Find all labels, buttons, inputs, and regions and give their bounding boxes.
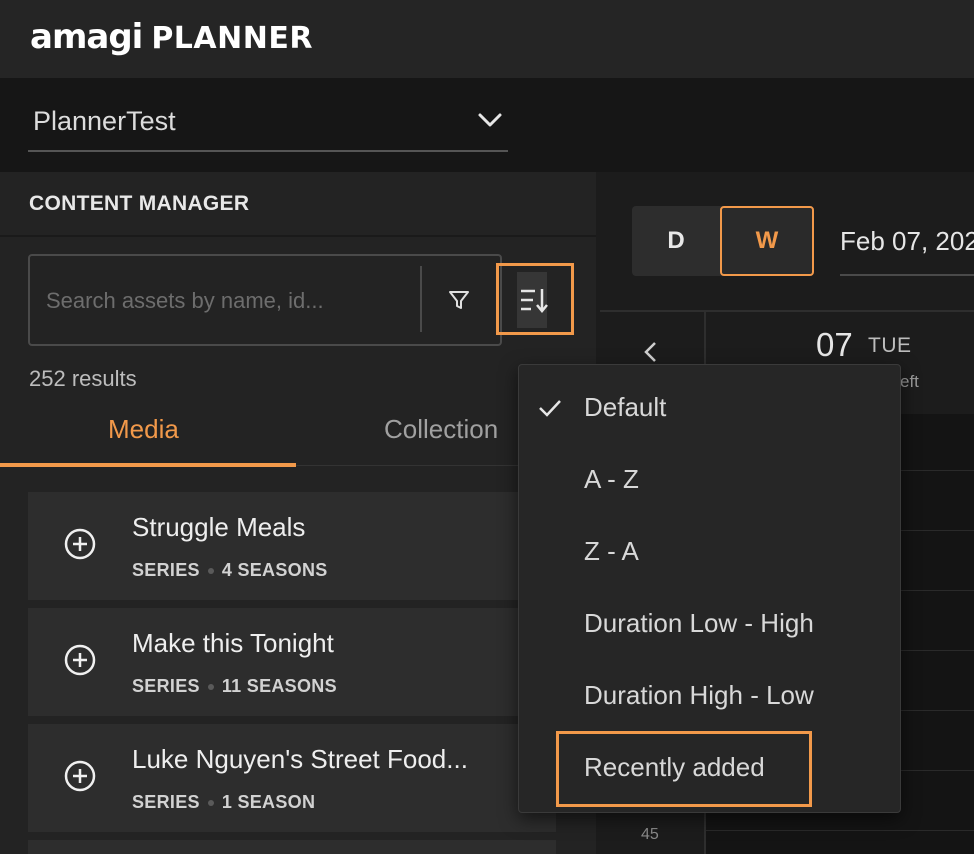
item-type: SERIES [132, 792, 200, 812]
tab-media[interactable]: Media [108, 414, 179, 445]
day-name: TUE [868, 334, 912, 357]
results-count: 252 results [29, 366, 137, 391]
sort-button[interactable] [496, 263, 574, 335]
search-input[interactable] [46, 286, 406, 316]
active-tab-indicator [0, 463, 296, 467]
divider [0, 235, 596, 237]
grid-line [706, 830, 974, 831]
list-item[interactable]: Struggle Meals SERIES 4 SEASONS [28, 492, 556, 600]
highlight-box [556, 731, 812, 807]
item-seasons: 1 SEASON [221, 792, 316, 812]
brand-logo: amagi [30, 17, 143, 57]
day-subtitle: eft [900, 372, 919, 391]
channel-value: PlannerTest [33, 106, 176, 136]
add-circle-icon[interactable] [64, 760, 96, 792]
dot-separator [207, 567, 214, 574]
date-value: Feb 07, 2023 [840, 226, 974, 256]
date-picker[interactable]: Feb 07, 2023 [840, 206, 974, 276]
item-title: Make this Tonight [132, 628, 334, 658]
divider [420, 266, 422, 332]
add-circle-icon[interactable] [64, 528, 96, 560]
filter-icon[interactable] [446, 286, 472, 314]
item-type: SERIES [132, 560, 200, 580]
item-seasons: 4 SEASONS [221, 560, 328, 580]
view-week-button[interactable]: W [720, 206, 814, 276]
channel-dropdown[interactable]: PlannerTest [28, 92, 508, 152]
dot-separator [207, 683, 214, 690]
sort-icon [521, 289, 548, 313]
dot-separator [207, 799, 214, 806]
list-item[interactable]: Luke Nguyen's Street Food... SERIES 1 SE… [28, 724, 556, 832]
list-item[interactable] [28, 840, 556, 854]
item-title: Struggle Meals [132, 512, 306, 542]
brand-product-name: PLANNER [151, 21, 313, 56]
divider [600, 310, 974, 312]
item-type: SERIES [132, 676, 200, 696]
chevron-left-icon[interactable] [640, 340, 660, 364]
sort-option-duration-low-high[interactable]: Duration Low - High [584, 608, 814, 639]
view-day-button[interactable]: D [632, 206, 720, 276]
add-circle-icon[interactable] [64, 644, 96, 676]
check-icon [539, 400, 561, 417]
time-label: 45 [641, 826, 659, 843]
item-meta: SERIES 11 SEASONS [132, 676, 337, 697]
sort-option-default[interactable]: Default [584, 392, 666, 423]
sort-option-a-z[interactable]: A - Z [584, 464, 639, 495]
sort-option-z-a[interactable]: Z - A [584, 536, 639, 567]
item-meta: SERIES 1 SEASON [132, 792, 315, 813]
sort-option-duration-high-low[interactable]: Duration High - Low [584, 680, 814, 711]
item-meta: SERIES 4 SEASONS [132, 560, 328, 581]
brand[interactable]: amagi PLANNER [30, 17, 313, 57]
day-number: 07 [816, 326, 853, 363]
list-item[interactable]: Make this Tonight SERIES 11 SEASONS [28, 608, 556, 716]
item-seasons: 11 SEASONS [221, 676, 337, 696]
item-title: Luke Nguyen's Street Food... [132, 744, 468, 774]
chevron-down-icon [478, 113, 502, 127]
tab-collection[interactable]: Collection [384, 414, 498, 445]
panel-title: CONTENT MANAGER [29, 192, 250, 215]
